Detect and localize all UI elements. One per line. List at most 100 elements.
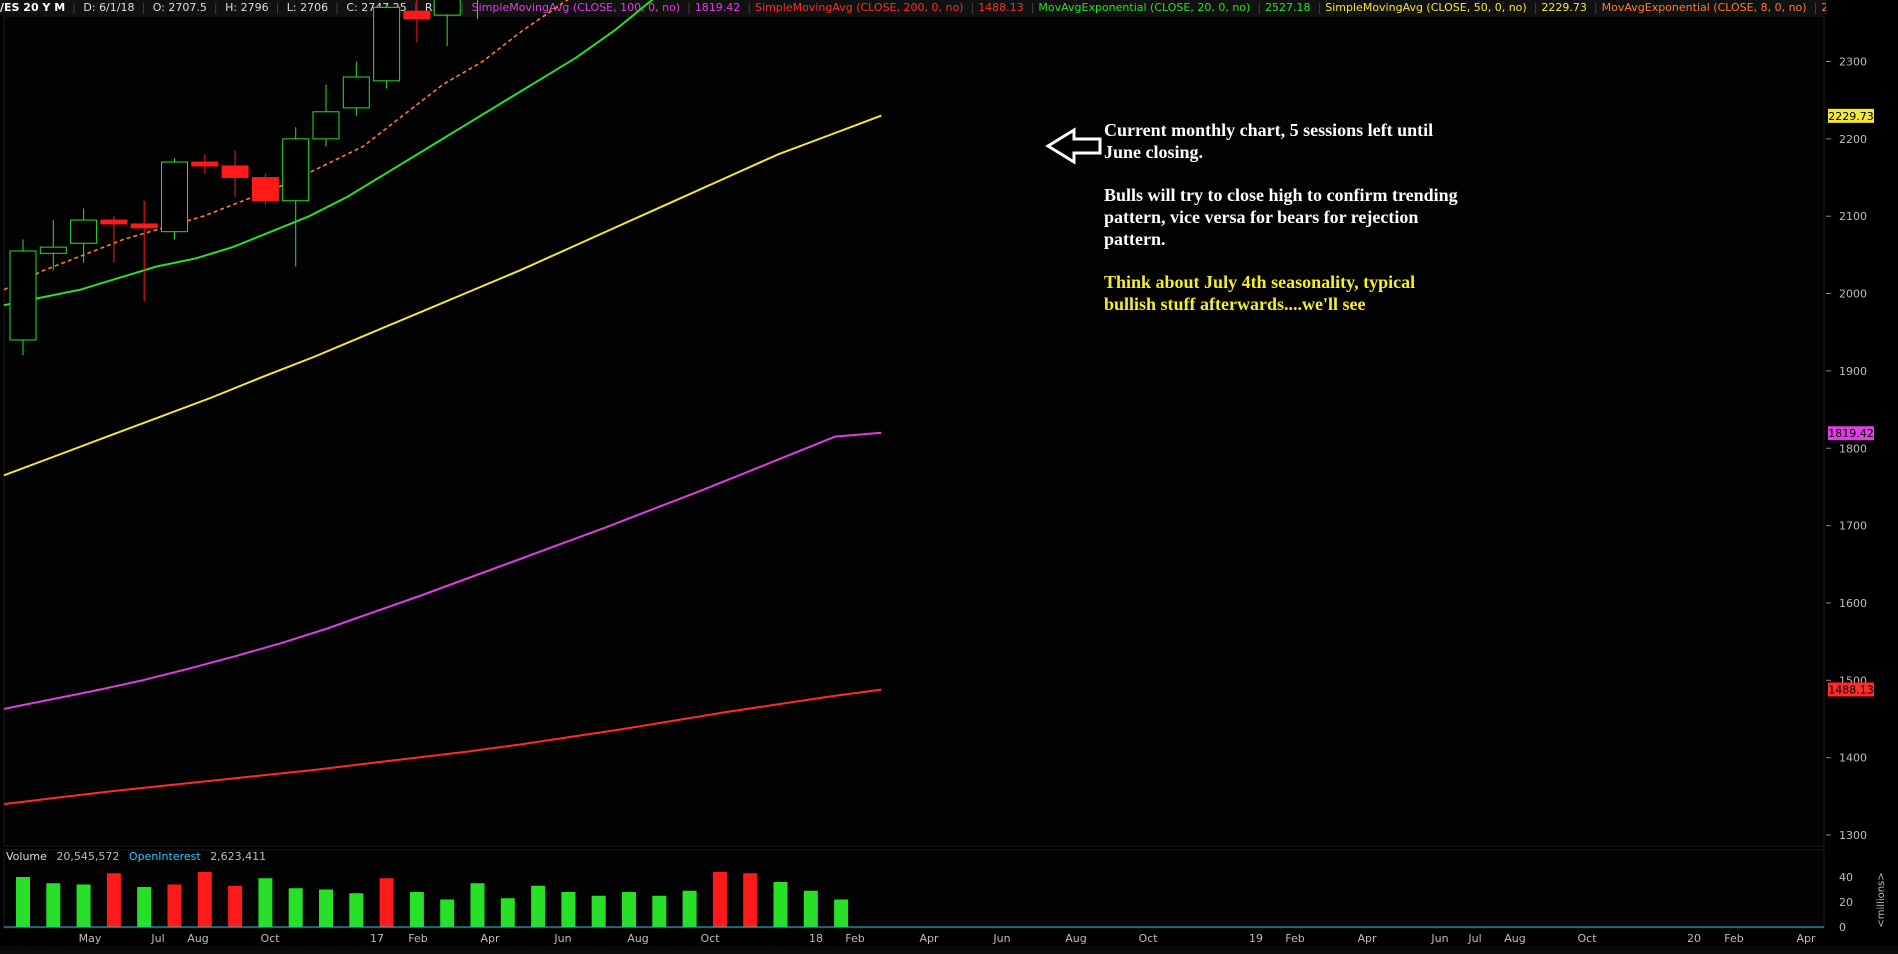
time-axis-label: Jun <box>553 932 571 945</box>
time-axis-label: Aug <box>627 932 648 945</box>
chart-frame <box>3 15 1825 929</box>
time-axis-label: Jul <box>150 932 164 945</box>
volume-bar <box>106 873 121 927</box>
time-scroll-strip[interactable] <box>0 946 1898 954</box>
candle-body <box>342 76 370 109</box>
candle-body <box>403 10 431 20</box>
time-axis-label: Apr <box>919 932 939 945</box>
candle-body <box>282 138 310 202</box>
volume-tick-label: 0 <box>1839 921 1846 934</box>
candle-body <box>221 165 249 179</box>
time-axis-label: Oct <box>1577 932 1597 945</box>
candle-body <box>161 161 188 233</box>
volume-bar <box>16 877 30 927</box>
price-tag-label: 1488.13 <box>1828 683 1874 696</box>
price-tick-label: 1700 <box>1839 520 1867 533</box>
time-axis-label: Oct <box>700 932 720 945</box>
volume-tick-label: 20 <box>1839 896 1853 909</box>
volume-bar <box>803 890 818 927</box>
price-axis: 1300140015001600170018001900200021002200… <box>1826 0 1898 954</box>
annotation-line-2: June closing. <box>1104 142 1204 162</box>
price-tick-label: 2200 <box>1839 133 1867 146</box>
time-axis-label: Feb <box>1285 932 1304 945</box>
time-axis-label: 19 <box>1249 932 1263 945</box>
candle-body <box>39 246 67 254</box>
price-tick-label: 1600 <box>1839 597 1867 610</box>
price-tick-label: 2300 <box>1839 56 1867 69</box>
volume-bar <box>319 889 333 927</box>
time-axis-label: Feb <box>845 932 864 945</box>
volume-bar <box>46 883 61 927</box>
volume-bar <box>712 872 727 927</box>
volume-bar <box>591 895 606 927</box>
volume-bar <box>470 883 485 927</box>
candle-body <box>312 111 340 140</box>
volume-tick-label: 40 <box>1839 871 1853 884</box>
volume-bar <box>167 884 182 927</box>
volume-bar <box>561 892 576 927</box>
annotation-line-4: pattern, vice versa for bears for reject… <box>1104 207 1419 227</box>
volume-bar <box>440 899 455 927</box>
open-interest-value: 2,623,411 <box>210 850 267 863</box>
price-tick-label: 1800 <box>1839 442 1867 455</box>
candle-body <box>373 6 401 82</box>
volume-bar <box>379 878 394 927</box>
volume-bar <box>197 872 212 927</box>
time-axis-label: 17 <box>370 932 384 945</box>
time-axis: May Jul Aug Oct 17 Feb Apr Jun Aug Oct 18 Feb Apr Jun… <box>79 932 1816 945</box>
volume-value: 20,545,572 <box>56 850 120 863</box>
time-axis-label: Apr <box>480 932 500 945</box>
volume-bar <box>288 888 303 927</box>
time-axis-label: Jul <box>1467 932 1481 945</box>
price-tag-label: 1819.42 <box>1828 427 1874 440</box>
time-axis-label: Feb <box>1724 932 1743 945</box>
time-axis-label: Apr <box>1796 932 1816 945</box>
price-tick-label: 1900 <box>1839 365 1867 378</box>
open-interest-label[interactable]: OpenInterest <box>129 850 201 863</box>
time-axis-label: Aug <box>1065 932 1086 945</box>
candle-body <box>191 161 219 167</box>
price-tick-label: 1400 <box>1839 752 1867 765</box>
time-axis-label: 18 <box>809 932 823 945</box>
volume-bar <box>137 887 152 927</box>
volume-bar <box>258 878 273 927</box>
time-axis-label: 20 <box>1687 932 1701 945</box>
volume-bar <box>76 884 91 927</box>
volume-bar <box>409 892 424 927</box>
time-axis-label: Aug <box>1504 932 1525 945</box>
volume-bar <box>834 899 849 927</box>
volume-pane-frame <box>3 849 1825 929</box>
volume-bar <box>349 893 364 927</box>
candle-body <box>100 219 128 225</box>
time-axis-label: Aug <box>187 932 208 945</box>
annotation-line-6: Think about July 4th seasonality, typica… <box>1104 272 1416 292</box>
time-axis-label: Jun <box>1430 932 1448 945</box>
annotation-line-1: Current monthly chart, 5 sessions left u… <box>1104 120 1434 140</box>
volume-header: Volume 20,545,572 OpenInterest 2,623,411 <box>6 850 272 864</box>
annotation-line-3: Bulls will try to close high to confirm … <box>1104 185 1458 205</box>
volume-label[interactable]: Volume <box>6 850 47 863</box>
annotation-line-7: bullish stuff afterwards....we'll see <box>1104 294 1366 314</box>
volume-bar <box>652 895 667 927</box>
time-axis-label: Oct <box>260 932 280 945</box>
candle-body <box>251 177 279 202</box>
price-tick-label: 1300 <box>1839 829 1867 842</box>
time-axis-label: May <box>79 932 102 945</box>
time-axis-label: Jun <box>992 932 1010 945</box>
volume-bar <box>622 892 636 927</box>
candle-body <box>130 223 158 229</box>
volume-bar <box>743 873 758 927</box>
price-pane-frame <box>3 15 1825 847</box>
time-axis-label: Oct <box>1138 932 1158 945</box>
candle-body <box>9 250 37 341</box>
volume-bar <box>500 898 515 927</box>
time-axis-label: Feb <box>408 932 427 945</box>
time-axis-label: Apr <box>1357 932 1377 945</box>
volume-unit-label: <millions> <box>1876 872 1887 927</box>
volume-bar <box>228 885 243 927</box>
price-tag-label: 2229.73 <box>1828 110 1874 123</box>
volume-bar <box>773 882 788 927</box>
price-chart: 123.6%$2960.98100.0%$2878.578.6%$2803.71… <box>3 0 1898 954</box>
candle-body <box>433 0 461 16</box>
volume-bar <box>531 885 546 927</box>
